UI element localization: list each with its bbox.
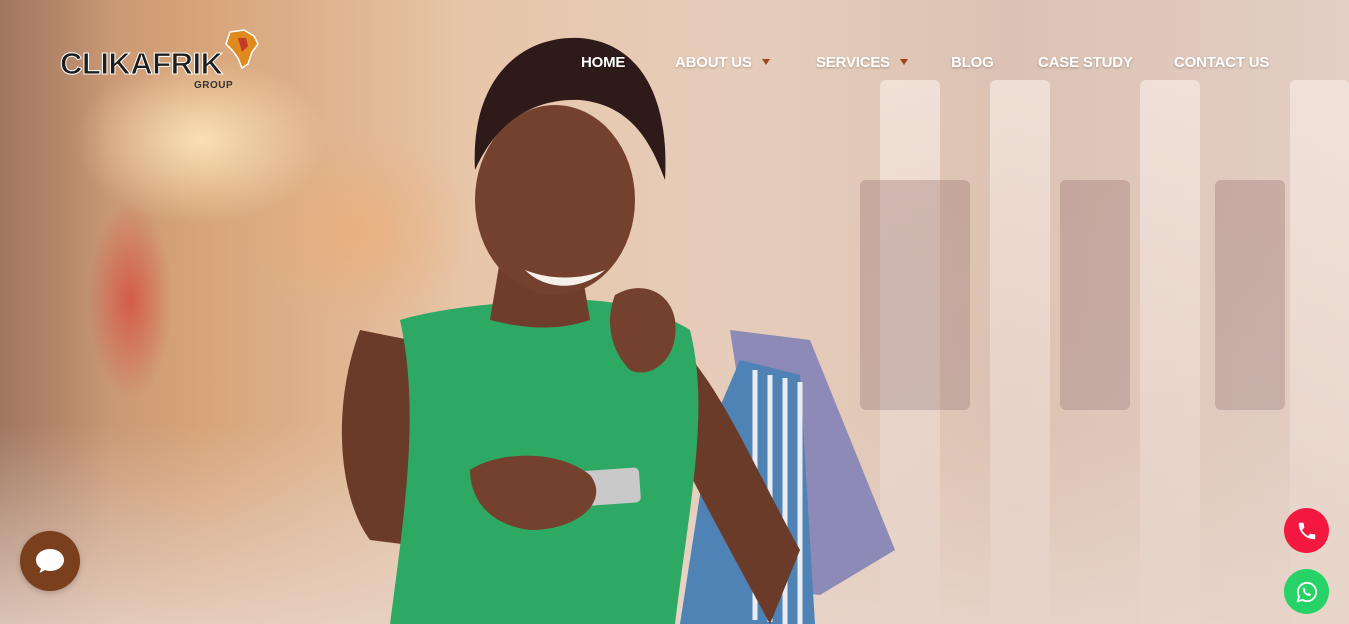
nav-label: CONTACT US bbox=[1174, 53, 1270, 71]
whatsapp-button[interactable] bbox=[1284, 569, 1329, 614]
site-header: CLIKAFRIK GROUP HOME ABOUT US SERVICES B… bbox=[0, 0, 1349, 120]
nav-blog[interactable]: BLOG bbox=[951, 52, 994, 72]
nav-label: CASE STUDY bbox=[1038, 53, 1133, 71]
nav-about-us[interactable]: ABOUT US bbox=[675, 52, 770, 72]
nav-services[interactable]: SERVICES bbox=[816, 52, 908, 72]
background-shop-window bbox=[1215, 180, 1285, 410]
chat-bubble-icon bbox=[36, 549, 64, 573]
nav-contact-us[interactable]: CONTACT US bbox=[1174, 52, 1269, 72]
nav-label: HOME bbox=[581, 53, 626, 71]
nav-label: SERVICES bbox=[816, 53, 890, 71]
caret-down-icon bbox=[900, 59, 908, 65]
main-navigation: HOME ABOUT US SERVICES BLOG CASE STUDY C… bbox=[0, 52, 1349, 72]
phone-call-button[interactable] bbox=[1284, 508, 1329, 553]
nav-label: BLOG bbox=[951, 53, 994, 71]
background-shop-window bbox=[1060, 180, 1130, 410]
whatsapp-icon bbox=[1296, 581, 1317, 602]
chat-button[interactable] bbox=[20, 531, 80, 591]
logo-subtitle: GROUP bbox=[194, 80, 234, 91]
face bbox=[475, 105, 635, 295]
nav-home[interactable]: HOME bbox=[581, 52, 625, 72]
caret-down-icon bbox=[761, 59, 770, 65]
nav-label: ABOUT US bbox=[675, 53, 752, 71]
nav-case-study[interactable]: CASE STUDY bbox=[1038, 52, 1133, 72]
phone-icon bbox=[1298, 522, 1315, 539]
